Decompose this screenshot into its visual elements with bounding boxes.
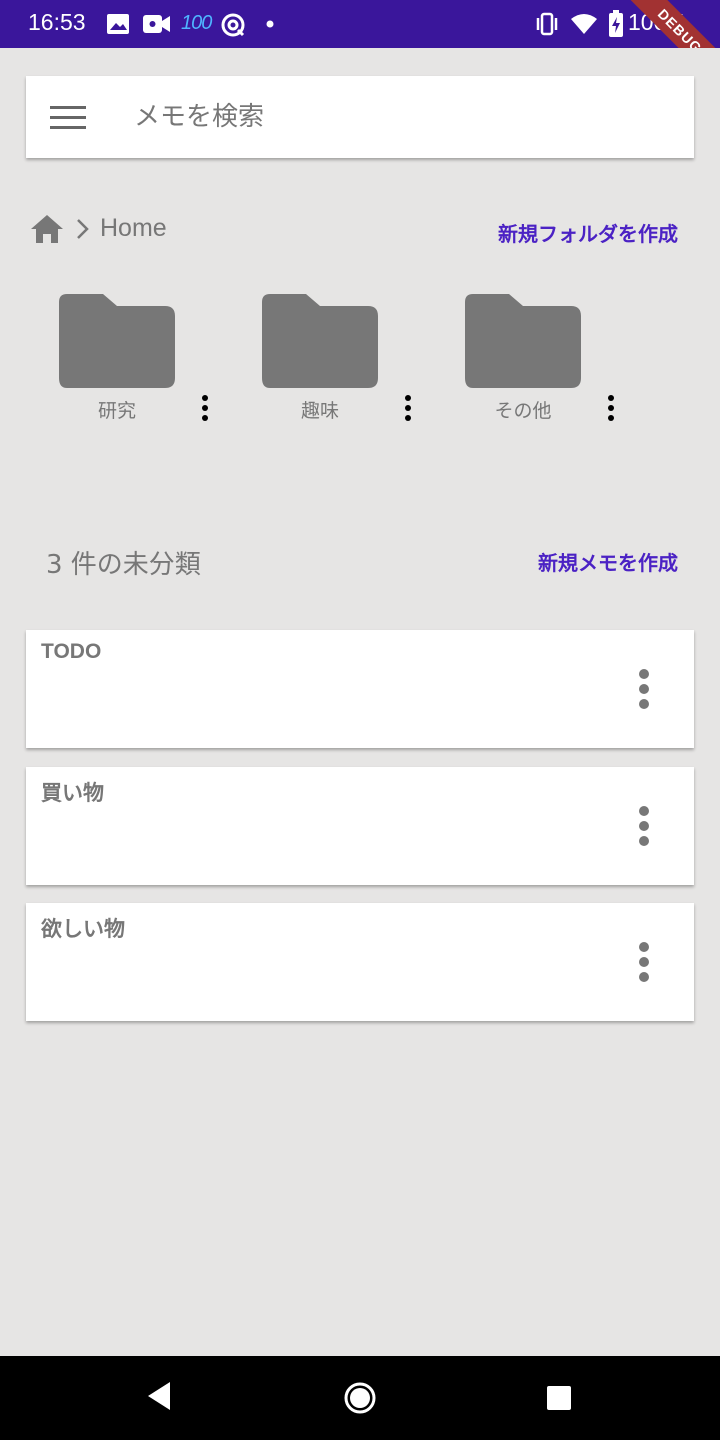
chevron-right-icon	[77, 219, 89, 239]
home-nav-icon[interactable]	[343, 1381, 377, 1415]
memo-card[interactable]: 買い物	[26, 767, 694, 885]
breadcrumb-current[interactable]: Home	[100, 214, 167, 243]
folder-icon	[59, 294, 175, 388]
more-vert-icon[interactable]	[400, 394, 416, 422]
new-memo-button[interactable]: 新規メモを作成	[538, 547, 678, 576]
folder-name: 趣味	[300, 400, 339, 422]
uncategorized-heading: 3 件の未分類	[46, 550, 201, 580]
back-icon[interactable]	[146, 1380, 172, 1412]
folder-item[interactable]: 研究	[59, 292, 239, 422]
new-folder-button[interactable]: 新規フォルダを作成	[498, 218, 678, 247]
system-navigation-bar	[0, 1356, 720, 1440]
memo-card[interactable]: 欲しい物	[26, 903, 694, 1021]
memo-title: TODO	[41, 640, 102, 663]
more-vert-icon[interactable]	[634, 668, 654, 710]
memo-title: 買い物	[41, 781, 104, 805]
folder-name: 研究	[97, 400, 136, 422]
more-vert-icon[interactable]	[197, 394, 213, 422]
more-vert-icon[interactable]	[634, 941, 654, 983]
memo-card[interactable]: TODO	[26, 630, 694, 748]
folder-icon	[262, 294, 378, 388]
folder-name: その他	[494, 400, 552, 422]
recents-icon[interactable]	[546, 1385, 572, 1411]
status-time: 16:53	[28, 9, 86, 35]
hamburger-menu-icon[interactable]	[50, 106, 86, 130]
memo-title: 欲しい物	[41, 917, 125, 941]
notification-count-badge: 100	[181, 12, 212, 34]
more-vert-icon[interactable]	[603, 394, 619, 422]
battery-charging-icon	[609, 10, 623, 37]
search-input[interactable]	[132, 96, 656, 138]
wifi-icon	[571, 14, 597, 34]
more-vert-icon[interactable]	[634, 805, 654, 847]
home-icon[interactable]	[30, 214, 64, 244]
video-call-icon	[143, 15, 170, 33]
image-notification-icon	[107, 14, 129, 34]
at-sign-app-icon	[221, 13, 245, 37]
folder-item[interactable]: その他	[465, 292, 645, 422]
search-bar	[26, 76, 694, 158]
vibrate-icon	[536, 12, 558, 36]
status-bar: 16:53 100 100% DEBUG	[0, 0, 720, 48]
folder-item[interactable]: 趣味	[262, 292, 442, 422]
folder-icon	[465, 294, 581, 388]
more-notifications-dot-icon	[266, 20, 274, 28]
